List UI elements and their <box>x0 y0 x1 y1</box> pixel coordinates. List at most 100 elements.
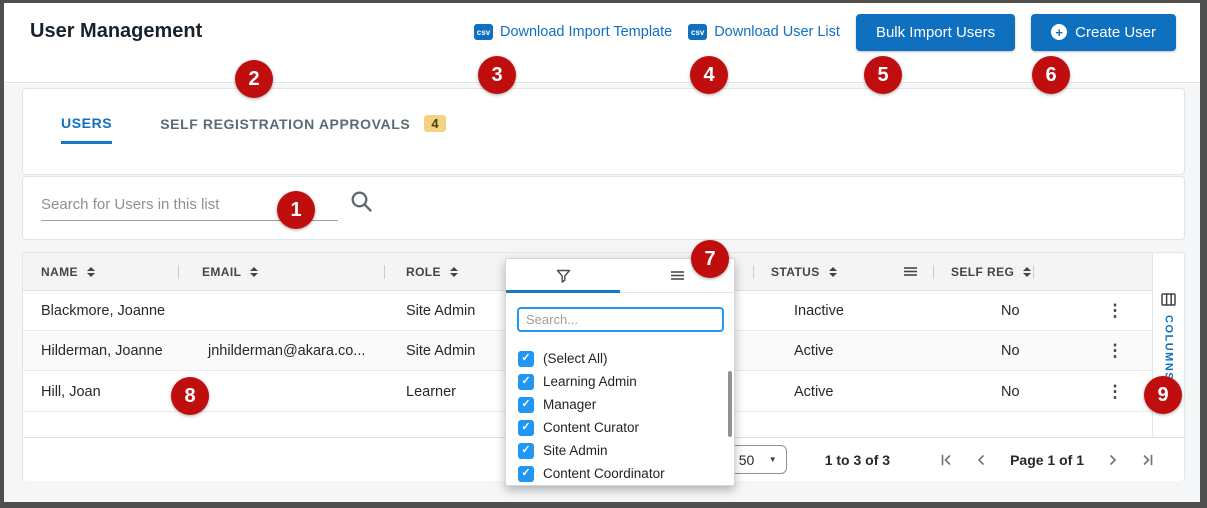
active-tab-indicator <box>506 290 620 293</box>
tab-users-label: USERS <box>61 115 113 131</box>
search-icon[interactable] <box>349 189 375 220</box>
bulk-import-users-label: Bulk Import Users <box>875 23 996 41</box>
column-header-role[interactable]: ROLE <box>406 253 458 291</box>
filter-values-tab[interactable] <box>506 259 620 292</box>
cell-name: Hilderman, Joanne <box>41 343 163 359</box>
row-range-text: 1 to 3 of 3 <box>824 451 891 468</box>
annotation-badge-5: 5 <box>864 56 902 94</box>
download-import-template-label: Download Import Template <box>499 24 673 40</box>
row-actions-kebab-icon[interactable]: ⋮ <box>1103 339 1127 363</box>
cell-status: Inactive <box>794 303 844 319</box>
next-page-button[interactable] <box>1103 450 1123 470</box>
annotation-badge-8: 8 <box>171 377 209 415</box>
column-label-self-reg: SELF REG <box>951 265 1015 279</box>
top-bar: User Management csv Download Import Temp… <box>4 3 1200 83</box>
checkbox-checked-icon[interactable]: ✓ <box>518 373 534 390</box>
tab-bar: USERS SELF REGISTRATION APPROVALS 4 <box>23 89 1184 144</box>
funnel-filter-icon <box>556 269 570 283</box>
hamburger-menu-icon <box>670 271 684 280</box>
column-divider <box>933 265 934 279</box>
column-divider <box>384 265 385 279</box>
plus-circle-icon: + <box>1051 24 1068 40</box>
column-label-status: STATUS <box>771 265 820 279</box>
sort-icon <box>250 267 259 277</box>
checkbox-checked-icon[interactable]: ✓ <box>518 465 534 482</box>
top-bar-actions: csv Download Import Template csv Downloa… <box>473 11 1176 53</box>
row-actions-kebab-icon[interactable]: ⋮ <box>1103 380 1127 404</box>
annotation-badge-1: 1 <box>277 191 315 229</box>
sort-icon <box>828 267 837 277</box>
cell-role: Learner <box>406 384 456 400</box>
filter-option-learning-admin[interactable]: ✓ Learning Admin <box>518 370 726 393</box>
cell-name: Hill, Joan <box>41 384 101 400</box>
role-filter-dropdown: ✓ (Select All) ✓ Learning Admin ✓ Manage… <box>505 258 735 486</box>
filter-list-scrollbar[interactable] <box>728 371 732 437</box>
self-reg-count-badge: 4 <box>424 115 446 132</box>
sort-icon <box>449 267 458 277</box>
caret-down-icon: ▼ <box>768 455 777 464</box>
cell-status: Active <box>794 384 834 400</box>
column-label-role: ROLE <box>406 265 441 279</box>
columns-grid-icon <box>1161 293 1176 306</box>
create-user-button[interactable]: + Create User <box>1031 13 1176 51</box>
csv-icon: csv <box>688 24 708 40</box>
user-management-screen: User Management csv Download Import Temp… <box>0 0 1207 508</box>
page-indicator: Page 1 of 1 <box>1010 451 1084 468</box>
filter-option-label: Site Admin <box>543 443 608 458</box>
annotation-badge-2: 2 <box>235 60 273 98</box>
column-header-status[interactable]: STATUS <box>771 253 837 291</box>
status-column-menu-icon[interactable] <box>903 264 918 284</box>
filter-option-content-curator[interactable]: ✓ Content Curator <box>518 416 726 439</box>
tabs-card: USERS SELF REGISTRATION APPROVALS 4 <box>22 88 1185 175</box>
download-import-template-link[interactable]: csv Download Import Template <box>473 24 673 40</box>
filter-option-select-all[interactable]: ✓ (Select All) <box>518 347 726 370</box>
checkbox-checked-icon[interactable]: ✓ <box>518 442 534 459</box>
filter-option-label: Content Coordinator <box>543 466 665 481</box>
cell-role: Site Admin <box>406 343 476 359</box>
checkbox-checked-icon[interactable]: ✓ <box>518 396 534 413</box>
filter-option-content-coordinator[interactable]: ✓ Content Coordinator <box>518 462 726 485</box>
filter-options-list: ✓ (Select All) ✓ Learning Admin ✓ Manage… <box>518 347 726 485</box>
tab-users[interactable]: USERS <box>61 115 113 144</box>
annotation-badge-4: 4 <box>690 56 728 94</box>
page-size-select[interactable]: 50 ▼ <box>728 445 787 474</box>
cell-email: jnhilderman@akara.co... <box>208 343 366 359</box>
filter-option-label: Content Curator <box>543 420 640 435</box>
filter-option-site-admin[interactable]: ✓ Site Admin <box>518 439 726 462</box>
tab-self-registration-approvals[interactable]: SELF REGISTRATION APPROVALS 4 <box>160 115 446 142</box>
checkbox-checked-icon[interactable]: ✓ <box>518 350 534 367</box>
previous-page-button[interactable] <box>971 450 991 470</box>
bulk-import-users-button[interactable]: Bulk Import Users <box>855 13 1016 51</box>
last-page-button[interactable] <box>1138 450 1158 470</box>
first-page-button[interactable] <box>936 450 956 470</box>
column-label-name: NAME <box>41 265 78 279</box>
cell-self-reg: No <box>1001 343 1020 359</box>
annotation-badge-7: 7 <box>691 240 729 278</box>
annotation-badge-9: 9 <box>1144 376 1182 414</box>
sort-icon <box>1023 267 1032 277</box>
column-divider <box>178 265 179 279</box>
column-divider <box>753 265 754 279</box>
search-card <box>22 176 1185 240</box>
column-header-email[interactable]: EMAIL <box>202 253 259 291</box>
filter-option-manager[interactable]: ✓ Manager <box>518 393 726 416</box>
cell-self-reg: No <box>1001 384 1020 400</box>
column-header-name[interactable]: NAME <box>41 253 95 291</box>
row-actions-kebab-icon[interactable]: ⋮ <box>1103 299 1127 323</box>
page-title: User Management <box>30 20 203 42</box>
page-size-value: 50 <box>738 451 755 468</box>
cell-status: Active <box>794 343 834 359</box>
checkbox-checked-icon[interactable]: ✓ <box>518 419 534 436</box>
sort-icon <box>86 267 95 277</box>
cell-self-reg: No <box>1001 303 1020 319</box>
column-label-email: EMAIL <box>202 265 242 279</box>
annotation-badge-6: 6 <box>1032 56 1070 94</box>
annotation-badge-3: 3 <box>478 56 516 94</box>
column-header-self-reg[interactable]: SELF REG <box>951 253 1032 291</box>
tab-self-reg-label: SELF REGISTRATION APPROVALS <box>160 115 411 132</box>
download-user-list-label: Download User List <box>714 24 840 40</box>
csv-icon: csv <box>473 24 493 40</box>
download-user-list-link[interactable]: csv Download User List <box>688 24 840 40</box>
filter-search-input[interactable] <box>517 307 724 332</box>
cell-name: Blackmore, Joanne <box>41 303 166 319</box>
